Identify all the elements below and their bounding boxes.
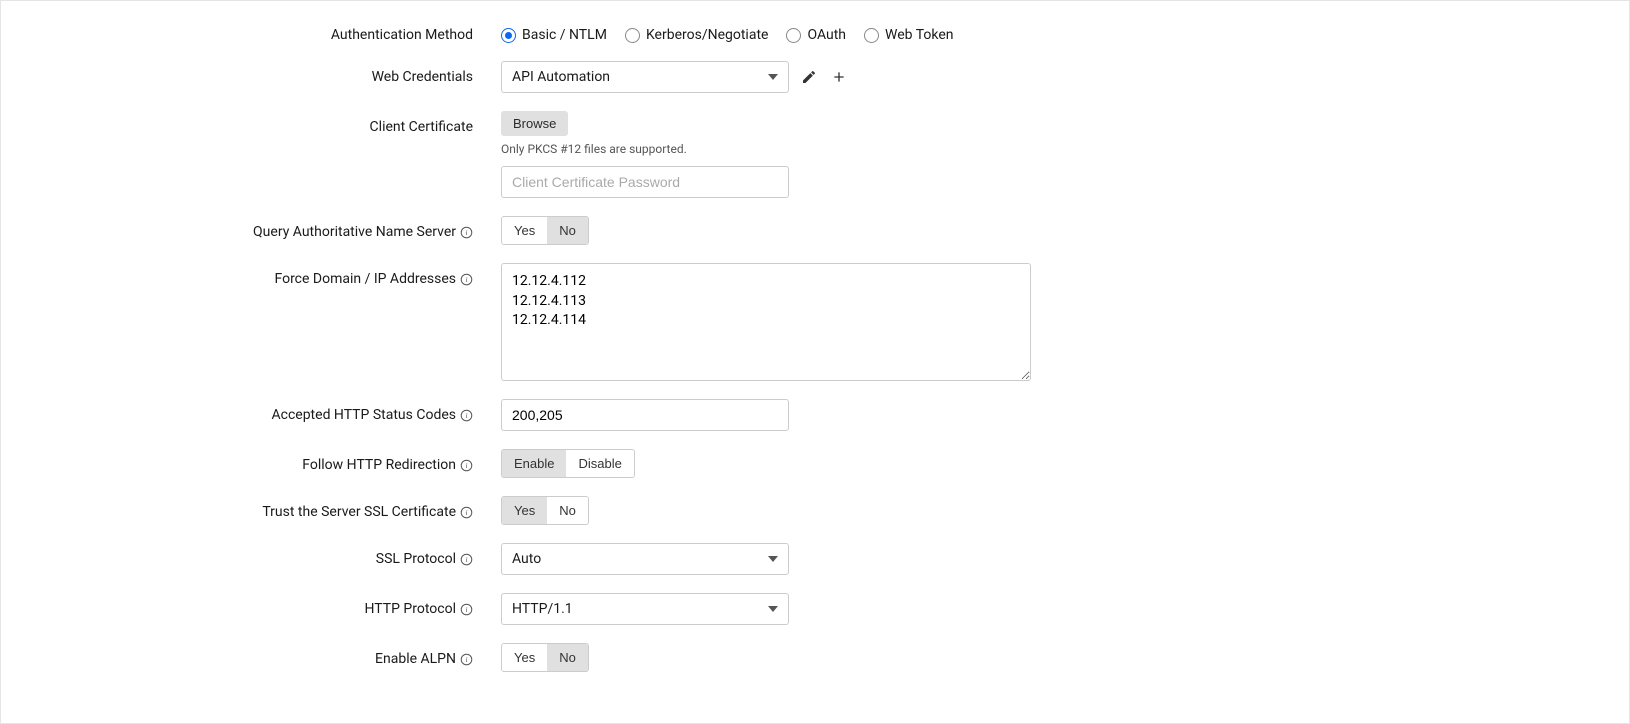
svg-text:i: i bbox=[465, 227, 467, 236]
follow-redir-toggle: Enable Disable bbox=[501, 449, 635, 478]
ssl-protocol-select[interactable]: Auto bbox=[501, 543, 789, 575]
edit-icon[interactable] bbox=[799, 67, 819, 87]
label-web-credentials: Web Credentials bbox=[1, 61, 501, 85]
radio-label: Web Token bbox=[885, 27, 953, 43]
info-icon[interactable]: i bbox=[460, 273, 473, 286]
svg-text:i: i bbox=[465, 410, 467, 419]
client-cert-password-input[interactable] bbox=[501, 166, 789, 198]
radio-label: Kerberos/Negotiate bbox=[646, 27, 769, 43]
caret-down-icon bbox=[768, 556, 778, 562]
info-icon[interactable]: i bbox=[460, 226, 473, 239]
row-accepted-status: Accepted HTTP Status Codes i bbox=[1, 399, 1629, 431]
label-trust-ssl: Trust the Server SSL Certificate i bbox=[1, 496, 501, 520]
label-accepted-status: Accepted HTTP Status Codes i bbox=[1, 399, 501, 423]
client-cert-hint: Only PKCS #12 files are supported. bbox=[501, 142, 687, 156]
svg-text:i: i bbox=[465, 554, 467, 563]
row-ssl-protocol: SSL Protocol i Auto bbox=[1, 543, 1629, 575]
info-icon[interactable]: i bbox=[460, 409, 473, 422]
browse-button[interactable]: Browse bbox=[501, 111, 568, 136]
http-protocol-select[interactable]: HTTP/1.1 bbox=[501, 593, 789, 625]
caret-down-icon bbox=[768, 606, 778, 612]
auth-method-radio-group: Basic / NTLM Kerberos/Negotiate OAuth We… bbox=[501, 19, 953, 43]
info-icon[interactable]: i bbox=[460, 553, 473, 566]
label-query-ns: Query Authoritative Name Server i bbox=[1, 216, 501, 240]
radio-icon bbox=[625, 28, 640, 43]
row-auth-method: Authentication Method Basic / NTLM Kerbe… bbox=[1, 19, 1629, 43]
row-trust-ssl: Trust the Server SSL Certificate i Yes N… bbox=[1, 496, 1629, 525]
auth-method-basic-radio[interactable]: Basic / NTLM bbox=[501, 27, 607, 43]
accepted-status-input[interactable] bbox=[501, 399, 789, 431]
svg-text:i: i bbox=[465, 604, 467, 613]
add-icon[interactable] bbox=[829, 67, 849, 87]
row-force-domain: Force Domain / IP Addresses i bbox=[1, 263, 1629, 381]
svg-text:i: i bbox=[465, 654, 467, 663]
info-icon[interactable]: i bbox=[460, 459, 473, 472]
info-icon[interactable]: i bbox=[460, 603, 473, 616]
svg-text:i: i bbox=[465, 460, 467, 469]
svg-text:i: i bbox=[465, 507, 467, 516]
select-value: Auto bbox=[512, 551, 541, 567]
row-web-credentials: Web Credentials API Automation bbox=[1, 61, 1629, 93]
enable-alpn-yes[interactable]: Yes bbox=[502, 644, 547, 671]
row-enable-alpn: Enable ALPN i Yes No bbox=[1, 643, 1629, 672]
query-ns-no[interactable]: No bbox=[547, 217, 588, 244]
web-credentials-select[interactable]: API Automation bbox=[501, 61, 789, 93]
label-force-domain: Force Domain / IP Addresses i bbox=[1, 263, 501, 287]
info-icon[interactable]: i bbox=[460, 653, 473, 666]
follow-redir-disable[interactable]: Disable bbox=[566, 450, 633, 477]
row-query-ns: Query Authoritative Name Server i Yes No bbox=[1, 216, 1629, 245]
label-ssl-protocol: SSL Protocol i bbox=[1, 543, 501, 567]
trust-ssl-toggle: Yes No bbox=[501, 496, 589, 525]
query-ns-toggle: Yes No bbox=[501, 216, 589, 245]
label-auth-method: Authentication Method bbox=[1, 19, 501, 43]
settings-panel: Authentication Method Basic / NTLM Kerbe… bbox=[0, 0, 1630, 724]
label-follow-redir: Follow HTTP Redirection i bbox=[1, 449, 501, 473]
radio-icon bbox=[501, 28, 516, 43]
row-client-certificate: Client Certificate Browse Only PKCS #12 … bbox=[1, 111, 1629, 198]
enable-alpn-toggle: Yes No bbox=[501, 643, 589, 672]
label-client-certificate: Client Certificate bbox=[1, 111, 501, 135]
svg-text:i: i bbox=[465, 274, 467, 283]
label-http-protocol: HTTP Protocol i bbox=[1, 593, 501, 617]
select-value: HTTP/1.1 bbox=[512, 601, 573, 617]
label-enable-alpn: Enable ALPN i bbox=[1, 643, 501, 667]
row-follow-redir: Follow HTTP Redirection i Enable Disable bbox=[1, 449, 1629, 478]
force-domain-textarea[interactable] bbox=[501, 263, 1031, 381]
auth-method-webtoken-radio[interactable]: Web Token bbox=[864, 27, 953, 43]
radio-label: Basic / NTLM bbox=[522, 27, 607, 43]
enable-alpn-no[interactable]: No bbox=[547, 644, 588, 671]
auth-method-oauth-radio[interactable]: OAuth bbox=[786, 27, 846, 43]
radio-icon bbox=[786, 28, 801, 43]
query-ns-yes[interactable]: Yes bbox=[502, 217, 547, 244]
follow-redir-enable[interactable]: Enable bbox=[502, 450, 566, 477]
trust-ssl-yes[interactable]: Yes bbox=[502, 497, 547, 524]
trust-ssl-no[interactable]: No bbox=[547, 497, 588, 524]
auth-method-kerberos-radio[interactable]: Kerberos/Negotiate bbox=[625, 27, 769, 43]
info-icon[interactable]: i bbox=[460, 506, 473, 519]
caret-down-icon bbox=[768, 74, 778, 80]
radio-icon bbox=[864, 28, 879, 43]
select-value: API Automation bbox=[512, 69, 610, 85]
radio-label: OAuth bbox=[807, 27, 846, 43]
row-http-protocol: HTTP Protocol i HTTP/1.1 bbox=[1, 593, 1629, 625]
